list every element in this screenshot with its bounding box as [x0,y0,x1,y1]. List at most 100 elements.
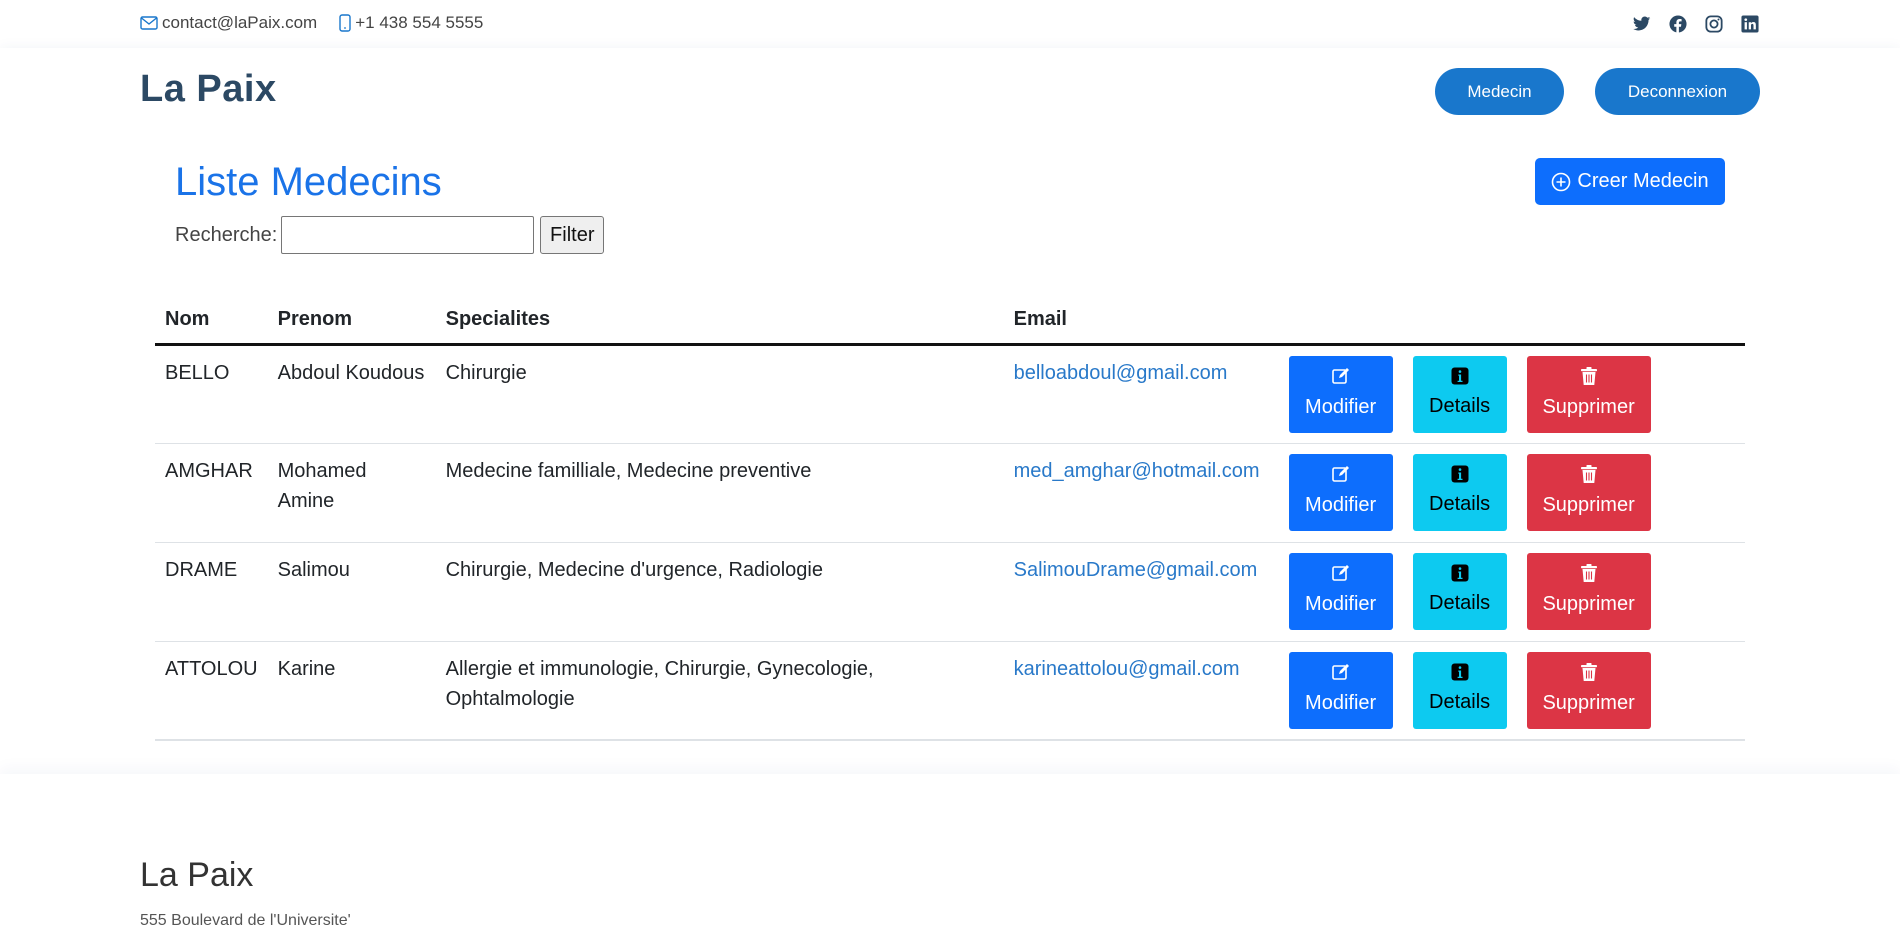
column-header-email: Email [1003,296,1279,346]
cell-specialites: Allergie et immunologie, Chirurgie, Gyne… [435,641,1004,741]
contact-email[interactable]: contact@laPaix.com [140,13,317,33]
deconnexion-button[interactable]: Deconnexion [1595,68,1760,115]
supprimer-label: Supprimer [1542,692,1635,714]
supprimer-label: Supprimer [1542,396,1635,418]
cell-prenom: Salimou [267,542,436,642]
cell-prenom: Abdoul Koudous [267,344,436,444]
search-label: Recherche: [175,223,278,246]
main-content: Liste Medecins Creer Medecin Recherche: … [0,134,1900,774]
cell-nom: ATTOLOU [155,641,268,741]
details-label: Details [1429,691,1491,713]
cell-email: SalimouDrame@gmail.com [1003,542,1279,642]
edit-icon [1331,565,1349,581]
page-title: Liste Medecins [175,160,442,204]
trash-icon [1580,564,1597,582]
modifier-label: Modifier [1305,692,1377,714]
nav-medecin-button[interactable]: Medecin [1435,68,1564,115]
top-bar: contact@laPaix.com +1 438 554 5555 [0,0,1900,48]
modifier-button[interactable]: Modifier [1288,453,1393,531]
modifier-button[interactable]: Modifier [1288,651,1393,729]
cell-actions: Modifier Details Supprimer [1278,443,1745,543]
cell-nom: BELLO [155,344,268,444]
site-logo[interactable]: La Paix [140,68,277,111]
details-label: Details [1429,592,1491,614]
create-medecin-button[interactable]: Creer Medecin [1535,158,1725,205]
twitter-icon[interactable] [1632,14,1652,34]
site-header: La Paix Medecin Deconnexion [0,48,1900,134]
trash-icon [1580,465,1597,483]
create-medecin-label: Creer Medecin [1577,170,1709,192]
cell-specialites: Chirurgie, Medecine d'urgence, Radiologi… [435,542,1004,642]
table-row: ATTOLOU Karine Allergie et immunologie, … [155,641,1745,741]
details-label: Details [1429,493,1491,515]
cell-prenom: Mohamed Amine [267,443,436,543]
cell-actions: Modifier Details Supprimer [1278,344,1745,444]
contact-phone[interactable]: +1 438 554 5555 [339,13,483,33]
details-label: Details [1429,395,1491,417]
info-icon [1451,663,1469,681]
email-link[interactable]: med_amghar@hotmail.com [1014,460,1260,482]
table-row: DRAME Salimou Chirurgie, Medecine d'urge… [155,542,1745,642]
cell-actions: Modifier Details Supprimer [1278,641,1745,741]
plus-circle-icon [1552,172,1571,191]
footer-title: La Paix [140,856,254,894]
supprimer-button[interactable]: Supprimer [1526,453,1651,531]
column-header-actions [1278,296,1745,346]
info-icon [1451,367,1469,385]
contact-phone-text: +1 438 554 5555 [355,13,484,32]
footer-address: 555 Boulevard de l'Universite' [140,912,351,927]
modifier-label: Modifier [1305,396,1377,418]
search-input[interactable] [281,216,535,254]
cell-email: karineattolou@gmail.com [1003,641,1279,741]
cell-email: belloabdoul@gmail.com [1003,344,1279,444]
facebook-icon[interactable] [1668,14,1688,34]
table-row: AMGHAR Mohamed Amine Medecine familliale… [155,443,1745,543]
contact-email-text: contact@laPaix.com [162,13,318,32]
cell-nom: DRAME [155,542,268,642]
modifier-button[interactable]: Modifier [1288,552,1393,630]
info-icon [1451,564,1469,582]
email-link[interactable]: SalimouDrame@gmail.com [1014,559,1258,581]
trash-icon [1580,663,1597,681]
contact-info: contact@laPaix.com +1 438 554 5555 [140,13,505,33]
edit-icon [1331,466,1349,482]
cell-email: med_amghar@hotmail.com [1003,443,1279,543]
supprimer-button[interactable]: Supprimer [1526,355,1651,433]
search-form: Recherche: Filter [175,216,605,254]
column-header-nom: Nom [155,296,268,346]
column-header-prenom: Prenom [267,296,436,346]
cell-specialites: Medecine familliale, Medecine preventive [435,443,1004,543]
email-link[interactable]: karineattolou@gmail.com [1014,658,1240,680]
supprimer-button[interactable]: Supprimer [1526,651,1651,729]
email-link[interactable]: belloabdoul@gmail.com [1014,362,1228,384]
social-links [1616,14,1760,34]
supprimer-label: Supprimer [1542,494,1635,516]
instagram-icon[interactable] [1704,14,1724,34]
phone-icon [339,14,351,32]
modifier-label: Modifier [1305,593,1377,615]
cell-prenom: Karine [267,641,436,741]
edit-icon [1331,664,1349,680]
site-footer: La Paix 555 Boulevard de l'Universite' [0,774,1900,927]
supprimer-label: Supprimer [1542,593,1635,615]
details-button[interactable]: Details [1412,355,1507,433]
cell-specialites: Chirurgie [435,344,1004,444]
filter-button[interactable]: Filter [540,216,605,254]
modifier-label: Modifier [1305,494,1377,516]
column-header-specialites: Specialites [435,296,1004,346]
medecins-table: Nom Prenom Specialites Email BELLO Abdou… [155,296,1745,741]
trash-icon [1580,367,1597,385]
modifier-button[interactable]: Modifier [1288,355,1393,433]
details-button[interactable]: Details [1412,552,1507,630]
cell-actions: Modifier Details Supprimer [1278,542,1745,642]
envelope-icon [140,16,158,30]
table-row: BELLO Abdoul Koudous Chirurgie belloabdo… [155,344,1745,444]
edit-icon [1331,368,1349,384]
linkedin-icon[interactable] [1740,14,1760,34]
supprimer-button[interactable]: Supprimer [1526,552,1651,630]
details-button[interactable]: Details [1412,453,1507,531]
cell-nom: AMGHAR [155,443,268,543]
table-header-row: Nom Prenom Specialites Email [155,296,1745,346]
info-icon [1451,465,1469,483]
details-button[interactable]: Details [1412,651,1507,729]
